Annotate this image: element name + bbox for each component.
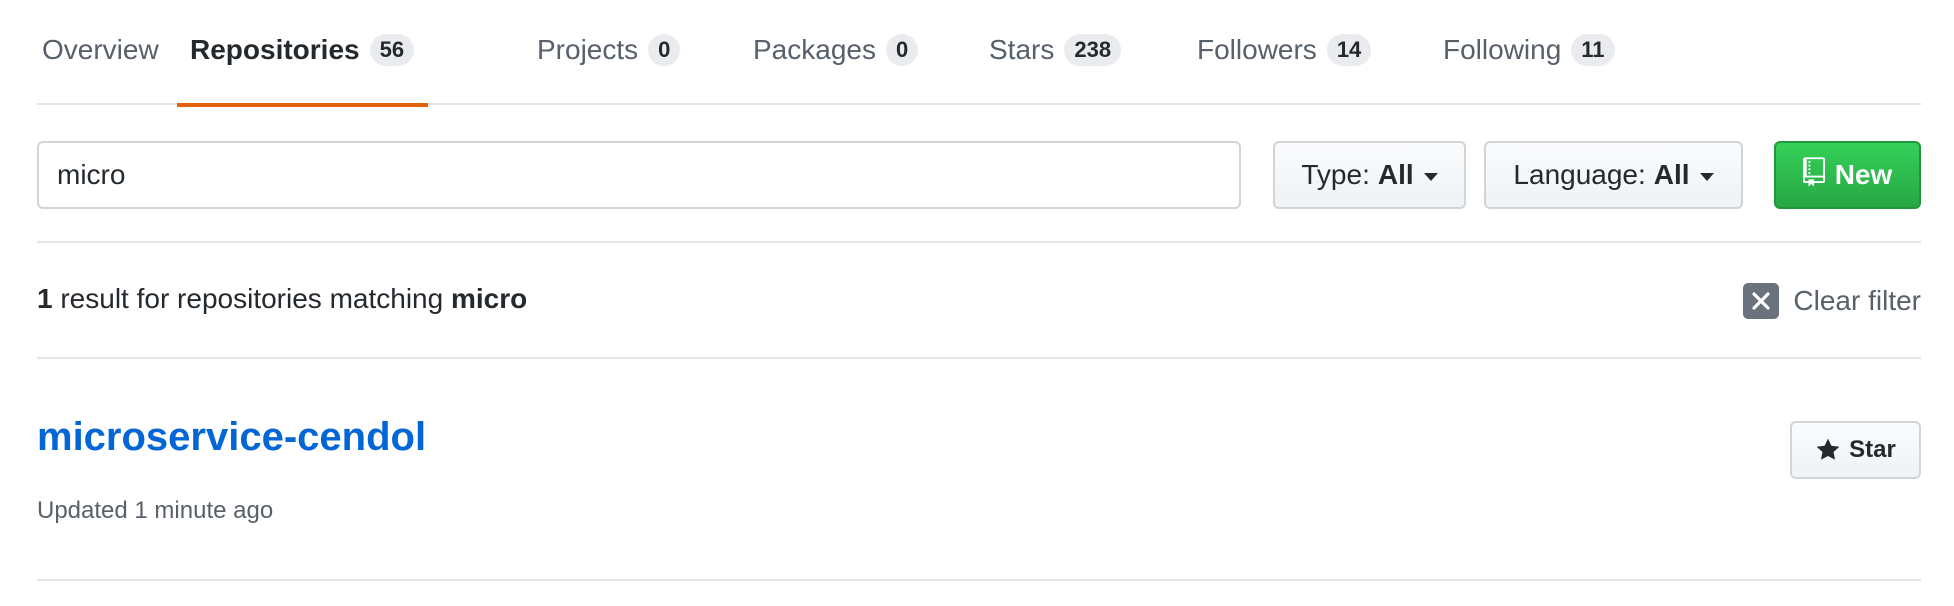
tab-projects[interactable]: Projects 0 [537,0,681,105]
tab-overview[interactable]: Overview [42,0,159,105]
repository-search-input[interactable] [37,141,1241,209]
new-repository-label: New [1834,159,1893,190]
type-filter-label: Type: [1301,159,1370,190]
caret-down-icon [1699,173,1714,181]
new-repository-button[interactable]: New [1774,141,1921,209]
star-button-label: Star [1849,436,1896,463]
tab-following[interactable]: Following 11 [1443,0,1615,105]
tab-packages-counter: 0 [885,33,919,66]
repo-icon [1802,156,1825,194]
star-button[interactable]: Star [1790,421,1921,479]
profile-tab-nav: Overview Repositories 56 Projects 0 Pack… [37,0,1921,107]
tab-repositories-counter: 56 [369,33,415,66]
profile-repositories-page: Overview Repositories 56 Projects 0 Pack… [0,0,1954,606]
tab-followers-counter: 14 [1326,33,1372,66]
result-summary-phrase: result for repositories matching [52,283,451,314]
tab-followers[interactable]: Followers 14 [1197,0,1372,105]
result-query: micro [450,283,528,314]
x-icon [1743,283,1780,319]
language-filter-value: All [1653,159,1690,190]
repository-updated-time: Updated 1 minute ago [37,497,274,524]
tab-repositories[interactable]: Repositories 56 [177,0,429,107]
result-summary-text: 1 result for repositories matching micro [37,283,527,315]
clear-filter-label: Clear filter [1793,285,1921,316]
tab-packages-label: Packages [753,33,876,65]
tab-following-label: Following [1443,33,1562,65]
caret-down-icon [1423,173,1438,181]
language-filter-dropdown[interactable]: Language: All [1484,141,1743,209]
tab-following-counter: 11 [1571,33,1615,66]
type-filter-dropdown[interactable]: Type: All [1273,141,1466,209]
star-icon [1815,437,1841,463]
tab-stars-label: Stars [989,33,1055,65]
repository-filter-bar: Type: All Language: All New [37,105,1921,243]
repository-name-link[interactable]: microservice-cendol [37,415,426,460]
tab-stars[interactable]: Stars 238 [989,0,1122,105]
tab-packages[interactable]: Packages 0 [753,0,919,105]
tab-projects-label: Projects [537,33,639,65]
language-filter-label: Language: [1513,159,1646,190]
clear-filter-button[interactable]: Clear filter [1743,283,1921,319]
tab-followers-label: Followers [1197,33,1317,65]
tab-stars-counter: 238 [1064,33,1122,66]
repository-list-item: microservice-cendol Updated 1 minute ago… [37,359,1921,581]
result-count: 1 [37,283,53,314]
type-filter-value: All [1377,159,1414,190]
tab-overview-label: Overview [42,33,159,65]
filter-result-summary: 1 result for repositories matching micro… [37,243,1921,359]
tab-repositories-label: Repositories [190,33,360,65]
tab-projects-counter: 0 [648,33,681,66]
